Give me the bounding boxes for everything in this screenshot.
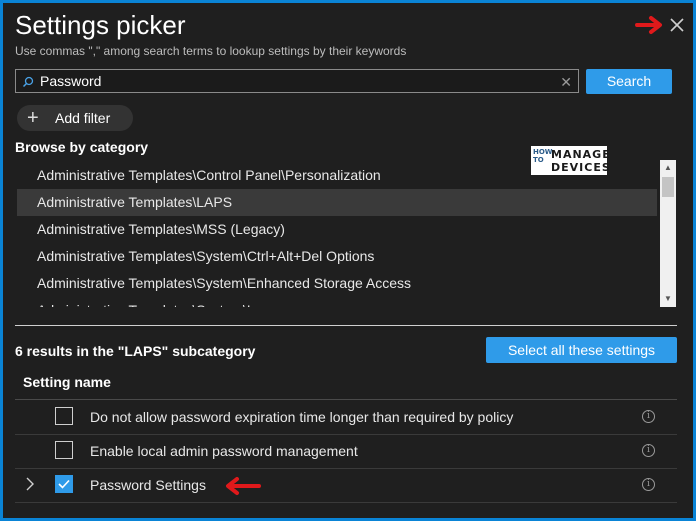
checkmark-icon <box>58 479 70 489</box>
search-input[interactable] <box>40 72 540 90</box>
logo: HOW TO MANAGE DEVICES <box>531 146 610 175</box>
logo-how-to: HOW TO <box>533 148 553 164</box>
setting-checkbox[interactable] <box>55 407 73 425</box>
category-item[interactable]: Administrative Templates\System\Logon <box>17 297 657 307</box>
red-arrow-icon <box>635 16 662 34</box>
info-icon[interactable]: i <box>642 410 655 423</box>
scrollbar-thumb[interactable] <box>662 177 674 197</box>
setting-checkbox[interactable] <box>55 441 73 459</box>
setting-name-column-header[interactable]: Setting name <box>23 374 111 390</box>
page-subtitle: Use commas "," among search terms to loo… <box>15 44 407 58</box>
results-summary: 6 results in the "LAPS" subcategory <box>15 343 256 359</box>
setting-row: Enable local admin password management i <box>15 434 677 469</box>
select-all-button[interactable]: Select all these settings <box>486 337 677 363</box>
setting-name: Do not allow password expiration time lo… <box>90 409 514 425</box>
setting-row: Password Settings i <box>15 468 677 503</box>
page-title: Settings picker <box>15 10 186 40</box>
category-item[interactable]: Administrative Templates\MSS (Legacy) <box>17 216 657 243</box>
setting-row: Do not allow password expiration time lo… <box>15 400 677 435</box>
logo-devices: DEVICES <box>551 161 611 174</box>
scroll-down-icon[interactable]: ▼ <box>664 294 672 303</box>
settings-picker-panel: Settings picker Use commas "," among sea… <box>0 0 696 521</box>
info-icon[interactable]: i <box>642 478 655 491</box>
chevron-right-icon[interactable] <box>25 476 35 497</box>
category-scrollbar[interactable]: ▲ ▼ <box>660 160 676 307</box>
setting-name: Enable local admin password management <box>90 443 358 459</box>
search-box: ✕ <box>15 69 579 93</box>
category-item[interactable]: Administrative Templates\System\Ctrl+Alt… <box>17 243 657 270</box>
scroll-up-icon[interactable]: ▲ <box>664 163 672 172</box>
info-icon[interactable]: i <box>642 444 655 457</box>
close-icon[interactable] <box>667 15 687 35</box>
category-item-selected[interactable]: Administrative Templates\LAPS <box>17 189 657 216</box>
clear-search-icon[interactable]: ✕ <box>560 74 572 91</box>
category-item[interactable]: Administrative Templates\System\Enhanced… <box>17 270 657 297</box>
search-icon <box>22 75 34 93</box>
add-filter-label: Add filter <box>55 110 111 126</box>
setting-checkbox-checked[interactable] <box>55 475 73 493</box>
search-button[interactable]: Search <box>586 69 672 94</box>
add-filter-button[interactable]: + Add filter <box>17 105 133 131</box>
setting-name: Password Settings <box>90 477 206 493</box>
divider <box>15 325 677 326</box>
category-list: Administrative Templates\Control Panel\P… <box>17 162 657 307</box>
logo-manage: MANAGE <box>551 148 611 161</box>
browse-by-category-heading: Browse by category <box>15 139 149 155</box>
plus-icon: + <box>27 107 39 129</box>
